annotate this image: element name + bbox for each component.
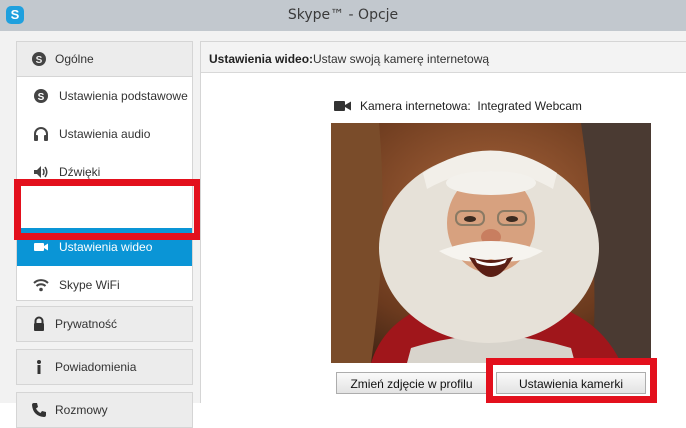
change-profile-photo-button[interactable]: Zmień zdjęcie w profilu <box>336 372 487 394</box>
webcam-preview-image <box>331 123 651 363</box>
sidebar-category-label: Prywatność <box>55 317 118 331</box>
sidebar-item-sounds[interactable]: Dźwięki <box>17 153 192 191</box>
sidebar-item-label: Ustawienia wideo <box>59 240 153 254</box>
phone-icon <box>32 403 46 417</box>
sidebar-item-label: Dźwięki <box>59 165 101 179</box>
sidebar-category-calls[interactable]: Rozmowy <box>16 392 193 428</box>
webcam-label: Kamera internetowa: Integrated Webcam <box>360 99 582 113</box>
options-window: S Ogólne S Ustawienia podstawowe Ustawie… <box>0 31 686 428</box>
sidebar-category-label: Ogólne <box>55 52 94 66</box>
sidebar-item-skype-wifi[interactable]: Skype WiFi <box>17 266 192 304</box>
webcam-name: Integrated Webcam <box>477 99 582 113</box>
window-title: Skype™ - Opcje <box>287 7 399 23</box>
video-camera-icon <box>34 243 48 251</box>
sidebar-category-label: Rozmowy <box>55 403 108 417</box>
lock-icon <box>34 316 44 331</box>
svg-text:S: S <box>38 92 45 103</box>
video-camera-icon <box>334 101 351 111</box>
wifi-icon <box>33 279 49 292</box>
skype-icon: S <box>32 52 46 66</box>
speaker-icon <box>34 166 48 178</box>
camera-settings-button[interactable]: Ustawienia kamerki <box>496 372 646 394</box>
skype-icon: S <box>34 89 48 103</box>
svg-text:S: S <box>36 55 43 66</box>
sidebar-category-general[interactable]: S Ogólne <box>16 41 193 77</box>
sidebar-item-label: Skype WiFi <box>59 278 120 292</box>
sidebar-category-notifications[interactable]: Powiadomienia <box>16 349 193 385</box>
webcam-label-prefix: Kamera internetowa: <box>360 99 471 113</box>
sidebar-item-video-settings[interactable]: Ustawienia wideo <box>17 228 192 266</box>
sidebar-item-label: Ustawienia podstawowe <box>59 89 188 103</box>
sidebar-category-privacy[interactable]: Prywatność <box>16 306 193 342</box>
sidebar-item-label: Ustawienia audio <box>59 127 151 141</box>
sidebar-item-basic-settings[interactable]: S Ustawienia podstawowe <box>17 77 192 115</box>
general-submenu: S Ustawienia podstawowe Ustawienia audio <box>16 77 193 301</box>
panel-subtitle: Ustaw swoją kamerę internetową <box>313 52 490 66</box>
sidebar-item-audio-settings[interactable]: Ustawienia audio <box>17 115 192 153</box>
title-bar: S Skype™ - Opcje <box>0 0 686 32</box>
info-icon <box>37 360 41 374</box>
webcam-preview <box>331 123 651 363</box>
panel-title: Ustawienia wideo: <box>209 52 314 66</box>
sidebar-category-label: Powiadomienia <box>55 360 137 374</box>
main-panel: Ustawienia wideo: Ustaw swoją kamerę int… <box>200 41 686 403</box>
headset-icon <box>34 127 48 141</box>
panel-header: Ustawienia wideo: Ustaw swoją kamerę int… <box>201 42 686 73</box>
